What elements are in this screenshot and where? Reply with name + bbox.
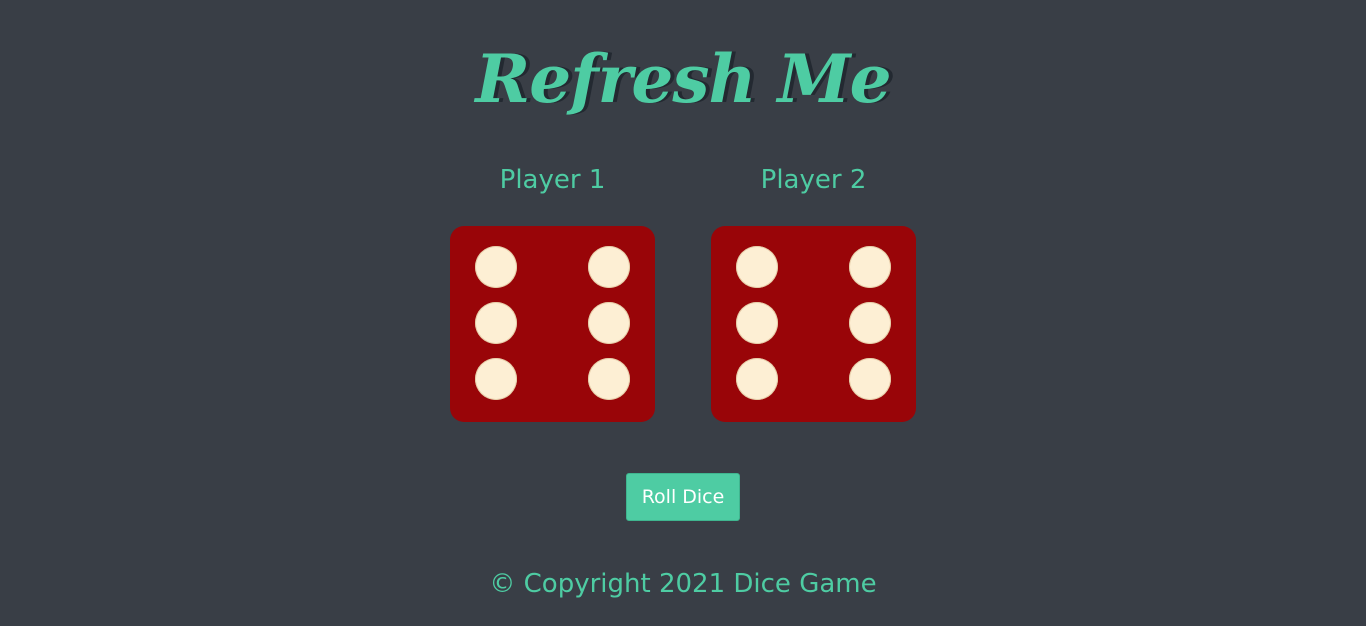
die-pip [475, 246, 517, 288]
roll-dice-button[interactable]: Roll Dice [626, 473, 740, 521]
die-pip [588, 246, 630, 288]
die-pip [849, 358, 891, 400]
player-1-label: Player 1 [499, 165, 606, 195]
die-pip [475, 302, 517, 344]
player-2-die [711, 226, 916, 422]
die-pip [736, 246, 778, 288]
die-pip [849, 246, 891, 288]
copyright-footer: © Copyright 2021 Dice Game [489, 569, 877, 599]
player-2-label: Player 2 [760, 165, 867, 195]
die-pip [588, 358, 630, 400]
player-1-die [450, 226, 655, 422]
die-pip [475, 358, 517, 400]
die-pip [849, 302, 891, 344]
die-pip [736, 302, 778, 344]
die-pip [736, 358, 778, 400]
die-pip [588, 302, 630, 344]
page-title: Refresh Me [475, 40, 891, 118]
